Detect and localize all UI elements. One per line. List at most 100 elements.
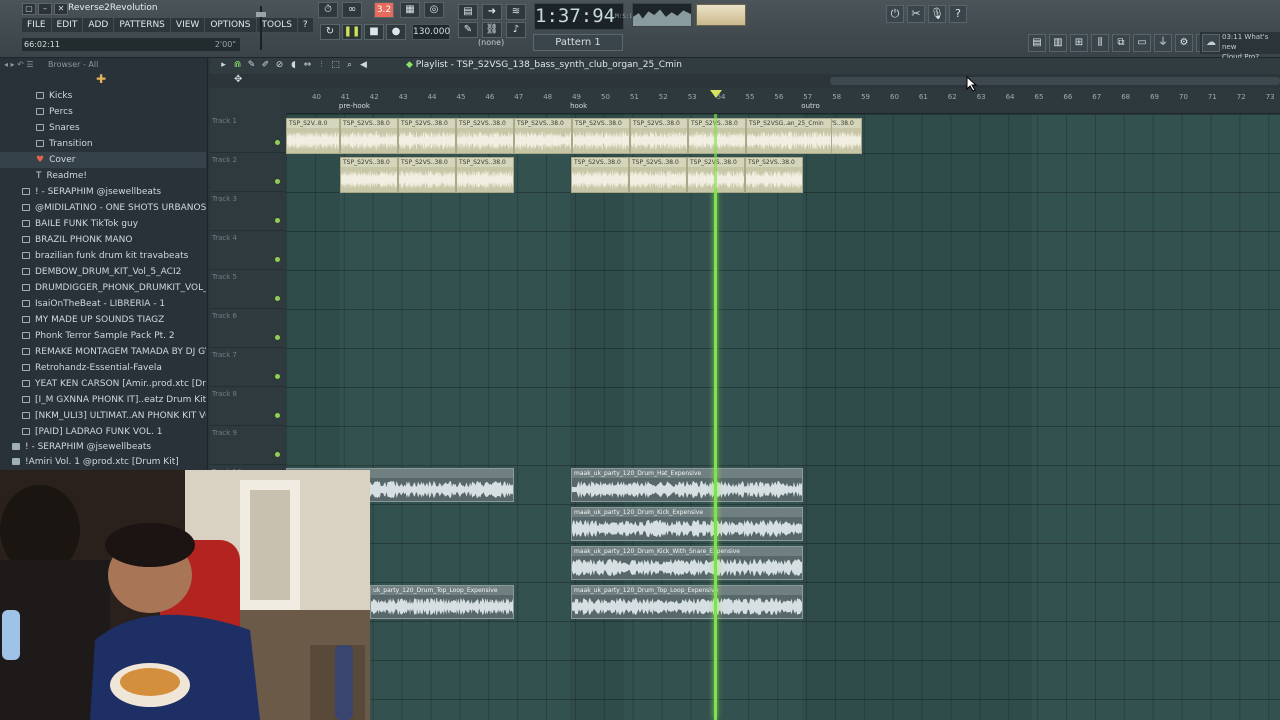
slice-icon[interactable]: ⫶ xyxy=(316,60,327,70)
browser-item[interactable]: [I_M GXNNA PHONK IT]..eatz Drum Kit vol … xyxy=(0,392,206,408)
arrow-icon[interactable]: ➜ xyxy=(482,4,502,20)
browser-item[interactable]: ! - SERAPHIM @jsewellbeats xyxy=(0,184,206,200)
help-icon[interactable]: ? xyxy=(949,5,967,23)
browser-item[interactable]: BRAZIL PHONK MANO xyxy=(0,232,206,248)
browser-item[interactable]: IsaiOnTheBeat - LIBRERIA - 1 xyxy=(0,296,206,312)
playlist-grid[interactable]: TSP_S2V..8.0 TSP_S2VS..38.0 TSP_S2VS..38.0… xyxy=(286,114,1280,720)
browser-item[interactable]: BAILE FUNK TikTok guy xyxy=(0,216,206,232)
record-button[interactable]: ● xyxy=(386,24,406,40)
piano-roll-icon[interactable]: ▥ xyxy=(1049,34,1067,52)
arrow-right-icon[interactable]: ▸ xyxy=(218,60,229,70)
rewind-icon[interactable]: ↻ xyxy=(320,24,340,40)
timeline-ruler[interactable]: 40 41 42 43 44 45 46 47 48 49 50 51 52 53 54 55 56 57 58 59… xyxy=(286,88,1280,114)
plugin-icon[interactable]: ⧉ xyxy=(1112,34,1130,52)
browser-item[interactable]: brazilian funk drum kit travabeats xyxy=(0,248,206,264)
restore-button[interactable]: ▢ xyxy=(22,3,36,15)
audio-clip[interactable]: TSP_S2VS..38.0 xyxy=(340,157,398,193)
snap-selector[interactable]: (none) xyxy=(478,38,504,47)
browser-item[interactable]: Kicks xyxy=(0,88,206,104)
menu-add[interactable]: ADD xyxy=(83,18,114,32)
browser-item[interactable]: MY MADE UP SOUNDS TIAGZ xyxy=(0,312,206,328)
select-icon[interactable]: ⬚ xyxy=(330,60,341,70)
track-mute-led[interactable] xyxy=(275,218,280,223)
browser-item[interactable]: Transition xyxy=(0,136,206,152)
playlist-icon[interactable]: ▤ xyxy=(1028,34,1046,52)
audio-clip[interactable]: TSP_S2VS..38.0 xyxy=(688,118,746,154)
link-icon[interactable]: ⛓ xyxy=(482,22,502,38)
audio-clip[interactable]: maak_uk_party_120_Drum_Hat_Expensive xyxy=(571,468,803,502)
browser-item[interactable]: REMAKE MONTAGEM TAMADA BY DJ GYX xyxy=(0,344,206,360)
audio-clip[interactable]: maak_uk_party_120_Drum_Kick_Expensive xyxy=(571,507,803,541)
audio-clip[interactable]: TSP_S2VS..38.0 xyxy=(398,157,456,193)
track-header[interactable]: Track 3 xyxy=(210,192,286,231)
bell-icon[interactable]: ♪ xyxy=(506,22,526,38)
track-mute-led[interactable] xyxy=(275,374,280,379)
audio-clip[interactable]: maak_uk_party_120_Drum_Top_Loop_Expensiv… xyxy=(571,585,803,619)
horizontal-scrollbar[interactable] xyxy=(830,77,1280,85)
audio-clip[interactable]: TSP_S2VS..38.0 xyxy=(340,118,398,154)
browser-icon[interactable]: ▭ xyxy=(1133,34,1151,52)
menu-edit[interactable]: EDIT xyxy=(51,18,83,32)
delete-icon[interactable]: ⊘ xyxy=(274,60,285,70)
magnet-icon[interactable]: ⋒ xyxy=(232,60,243,70)
plug-icon[interactable]: ⏚ xyxy=(1154,34,1172,52)
track-header[interactable]: Track 6 xyxy=(210,309,286,348)
metronome-icon[interactable]: ⏱ xyxy=(318,2,338,18)
menu-help[interactable]: ? xyxy=(297,18,313,32)
track-mute-led[interactable] xyxy=(275,413,280,418)
pencil-icon[interactable]: ✎ xyxy=(246,60,257,70)
track-mute-led[interactable] xyxy=(275,140,280,145)
audio-clip[interactable]: TSP_S2VS..38.0 xyxy=(456,157,514,193)
browser-item[interactable]: DEMBOW_DRUM_KIT_Vol_5_ACI2 xyxy=(0,264,206,280)
minimize-button[interactable]: – xyxy=(38,3,52,15)
timeline-marker[interactable]: hook xyxy=(570,102,587,110)
slider-knob[interactable] xyxy=(256,12,266,17)
audio-clip[interactable]: maak_uk_party_120_Drum_Kick_With_Snare_E… xyxy=(571,546,803,580)
arrange-icon[interactable]: ✥ xyxy=(234,74,242,85)
track-header[interactable]: Track 7 xyxy=(210,348,286,387)
brush-tool-icon[interactable]: ✐ xyxy=(260,60,271,70)
track-header[interactable]: Track 2 xyxy=(210,153,286,192)
menu-view[interactable]: VIEW xyxy=(170,18,205,32)
audio-clip[interactable]: TSP_S2VS..38.0 xyxy=(456,118,514,154)
audio-clip[interactable]: TSP_S2VS..38.0 xyxy=(629,157,687,193)
browser-item[interactable]: Percs xyxy=(0,104,206,120)
track-header[interactable]: Track 1 xyxy=(210,114,286,153)
track-mute-led[interactable] xyxy=(275,296,280,301)
browser-item[interactable]: T Readme! xyxy=(0,168,206,184)
cut-icon[interactable]: ✂ xyxy=(907,5,925,23)
channel-rack-icon[interactable]: ⊞ xyxy=(1070,34,1088,52)
audio-clip[interactable]: TSP_S2VS..38.0 xyxy=(745,157,803,193)
wrench-icon[interactable]: ⚙ xyxy=(1175,34,1193,52)
browser-item[interactable]: @MIDILATINO - ONE SHOTS URBANOS VOL. 2 xyxy=(0,200,206,216)
track-header[interactable]: Track 9 xyxy=(210,426,286,465)
browser-item[interactable]: ! - SERAPHIM @jsewellbeats xyxy=(0,439,206,455)
browser-item[interactable]: [NKM_ULI3] ULTIMAT..AN PHONK KIT VOL. 3 xyxy=(0,408,206,424)
pause-button[interactable]: ❚❚ xyxy=(342,24,362,40)
mute-icon[interactable]: ◖ xyxy=(288,60,299,70)
audio-clip[interactable]: TSP_S2VS..38.0 xyxy=(571,157,629,193)
stop-button[interactable]: ■ xyxy=(364,24,384,40)
audio-clip[interactable]: TSP_S2V..8.0 xyxy=(286,118,340,154)
track-mute-led[interactable] xyxy=(275,452,280,457)
tempo-display[interactable]: 130.000 xyxy=(412,24,450,40)
power-icon[interactable]: ⏻ xyxy=(886,5,904,23)
mixer-window-icon[interactable]: ⫼ xyxy=(1091,34,1109,52)
browser-item[interactable]: Retrohandz-Essential-Favela xyxy=(0,360,206,376)
browser-item[interactable]: ♥ Cover xyxy=(0,152,206,168)
browser-item[interactable]: !Amiri Vol. 1 @prod.xtc [Drum Kit] xyxy=(0,454,206,470)
timeline-marker[interactable]: outro xyxy=(801,102,819,110)
menu-file[interactable]: FILE xyxy=(22,18,51,32)
audio-clip[interactable]: TSP_S2VS..38.0 xyxy=(572,118,630,154)
menu-patterns[interactable]: PATTERNS xyxy=(114,18,170,32)
slip-icon[interactable]: ⇔ xyxy=(302,60,313,70)
record-mode-icon[interactable]: ◎ xyxy=(424,2,444,18)
browser-item[interactable]: YEAT KEN CARSON [Amir..prod.xtc [Drum Ki… xyxy=(0,376,206,392)
track-header[interactable]: Track 5 xyxy=(210,270,286,309)
audio-clip[interactable]: TSP_S2VS..38.0 xyxy=(514,118,572,154)
audio-clip[interactable]: uk_party_120_Drum_Top_Loop_Expensive xyxy=(370,585,514,619)
browser-item[interactable]: [PAID] LADRAO FUNK VOL. 1 xyxy=(0,424,206,440)
track-header[interactable]: Track 4 xyxy=(210,231,286,270)
track-mute-led[interactable] xyxy=(275,179,280,184)
zoom-icon[interactable]: ⌕ xyxy=(344,60,355,70)
